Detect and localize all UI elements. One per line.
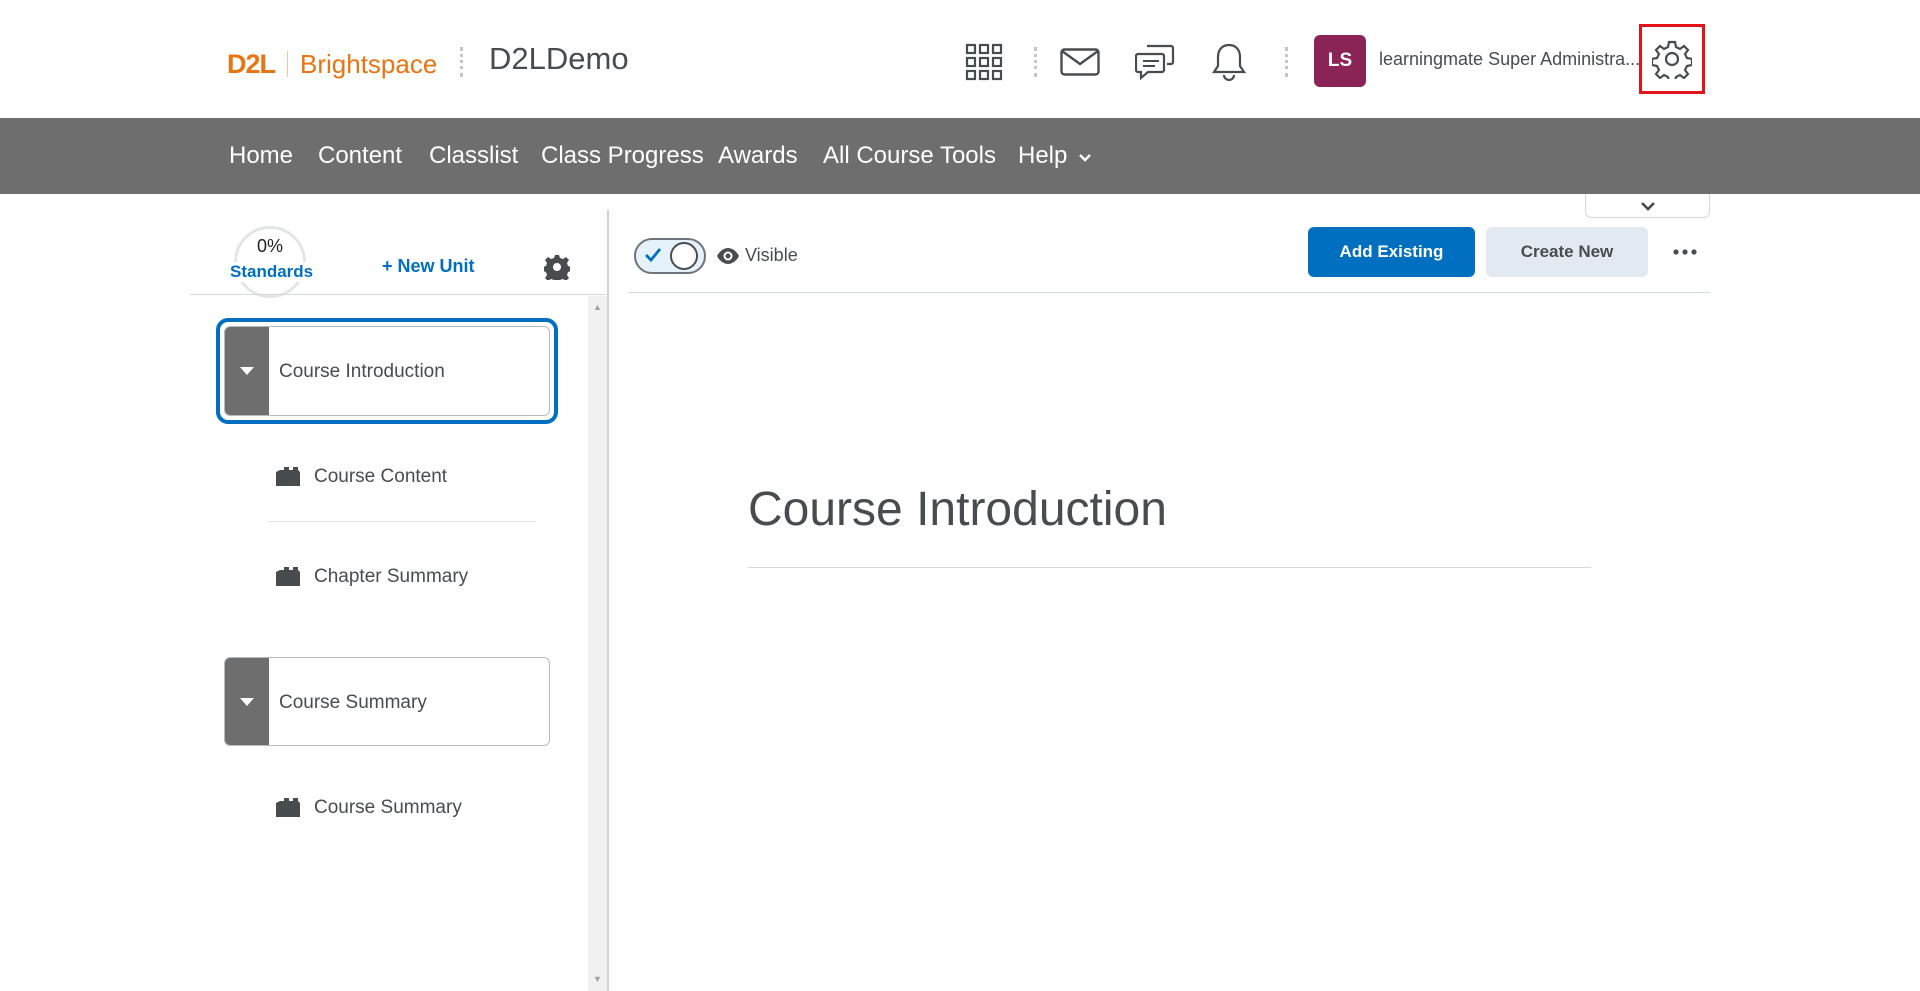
logo-brand: Brightspace bbox=[300, 48, 438, 79]
scroll-up-arrow-icon[interactable]: ▲ bbox=[593, 302, 602, 312]
more-options-button[interactable] bbox=[1664, 236, 1706, 268]
unit-label: Course Summary bbox=[279, 692, 427, 713]
course-navbar: Home Content Classlist Class Progress Aw… bbox=[0, 118, 1920, 194]
unit-label: Course Introduction bbox=[279, 361, 445, 382]
left-panel-scrollbar[interactable] bbox=[588, 296, 607, 991]
caret-down-icon bbox=[240, 697, 254, 706]
unit-expand-handle[interactable] bbox=[225, 327, 269, 415]
unit-card-course-introduction[interactable]: Course Introduction bbox=[224, 326, 550, 416]
nav-classlist[interactable]: Classlist bbox=[429, 142, 518, 170]
header-divider bbox=[1285, 47, 1289, 77]
nav-awards[interactable]: Awards bbox=[718, 142, 798, 170]
create-new-button[interactable]: Create New bbox=[1486, 227, 1648, 277]
scroll-down-arrow-icon[interactable]: ▼ bbox=[593, 974, 602, 984]
visibility-label: Visible bbox=[745, 245, 798, 265]
toolbar-divider bbox=[628, 292, 1710, 293]
course-selector-icon[interactable] bbox=[962, 40, 1006, 84]
lesson-label: Chapter Summary bbox=[314, 566, 469, 587]
nav-help-label: Help bbox=[1018, 142, 1068, 169]
lesson-block-icon bbox=[276, 567, 300, 586]
unit-settings-button[interactable] bbox=[543, 254, 572, 283]
unit-expand-handle[interactable] bbox=[225, 658, 269, 745]
new-unit-button[interactable]: + New Unit bbox=[382, 256, 475, 277]
settings-button[interactable] bbox=[1639, 24, 1705, 94]
brightspace-logo[interactable]: D2L Brightspace bbox=[227, 44, 437, 84]
nav-all-course-tools[interactable]: All Course Tools bbox=[823, 142, 996, 170]
content-title: Course Introduction bbox=[748, 483, 1167, 536]
more-dots-icon bbox=[1673, 249, 1697, 255]
nav-content[interactable]: Content bbox=[318, 142, 402, 170]
title-divider bbox=[748, 567, 1591, 568]
user-name[interactable]: learningmate Super Administra... bbox=[1379, 49, 1640, 70]
org-title[interactable]: D2LDemo bbox=[489, 41, 629, 77]
header-divider bbox=[1034, 47, 1038, 77]
nav-class-progress[interactable]: Class Progress bbox=[541, 142, 704, 170]
lesson-item-chapter-summary[interactable]: Chapter Summary bbox=[274, 562, 468, 592]
standards-link[interactable]: Standards bbox=[230, 262, 313, 282]
gear-icon bbox=[543, 255, 571, 283]
header: D2L Brightspace D2LDemo LS learningmate … bbox=[0, 0, 1920, 118]
panel-splitter[interactable] bbox=[607, 210, 609, 991]
nav-help[interactable]: Help bbox=[1018, 142, 1092, 170]
nav-home[interactable]: Home bbox=[229, 142, 293, 170]
chevron-down-icon bbox=[1640, 201, 1655, 211]
lesson-item-course-content[interactable]: Course Content bbox=[274, 462, 447, 492]
lesson-item-course-summary[interactable]: Course Summary bbox=[274, 793, 462, 823]
gear-icon bbox=[1652, 40, 1692, 79]
chat-icon[interactable] bbox=[1133, 40, 1177, 84]
lesson-label: Course Content bbox=[314, 466, 448, 487]
header-divider bbox=[460, 47, 464, 77]
unit-card-course-summary[interactable]: Course Summary bbox=[224, 657, 550, 746]
lesson-label: Course Summary bbox=[314, 797, 462, 818]
logo-d2l: D2L bbox=[227, 48, 276, 79]
mail-icon[interactable] bbox=[1058, 40, 1102, 84]
lesson-block-icon bbox=[276, 467, 300, 486]
panel-divider bbox=[190, 294, 608, 295]
lesson-divider bbox=[268, 521, 536, 522]
lesson-block-icon bbox=[276, 798, 300, 817]
user-avatar[interactable]: LS bbox=[1314, 35, 1366, 87]
eye-icon bbox=[716, 244, 740, 268]
bell-icon[interactable] bbox=[1207, 40, 1251, 84]
progress-percent: 0% bbox=[256, 236, 283, 256]
add-existing-button[interactable]: Add Existing bbox=[1308, 227, 1475, 277]
logo-separator bbox=[287, 51, 289, 77]
chevron-down-icon bbox=[1079, 154, 1091, 162]
toggle-knob bbox=[670, 242, 698, 270]
caret-down-icon bbox=[240, 367, 254, 375]
check-icon bbox=[641, 243, 665, 267]
collapse-header-button[interactable] bbox=[1585, 194, 1710, 218]
